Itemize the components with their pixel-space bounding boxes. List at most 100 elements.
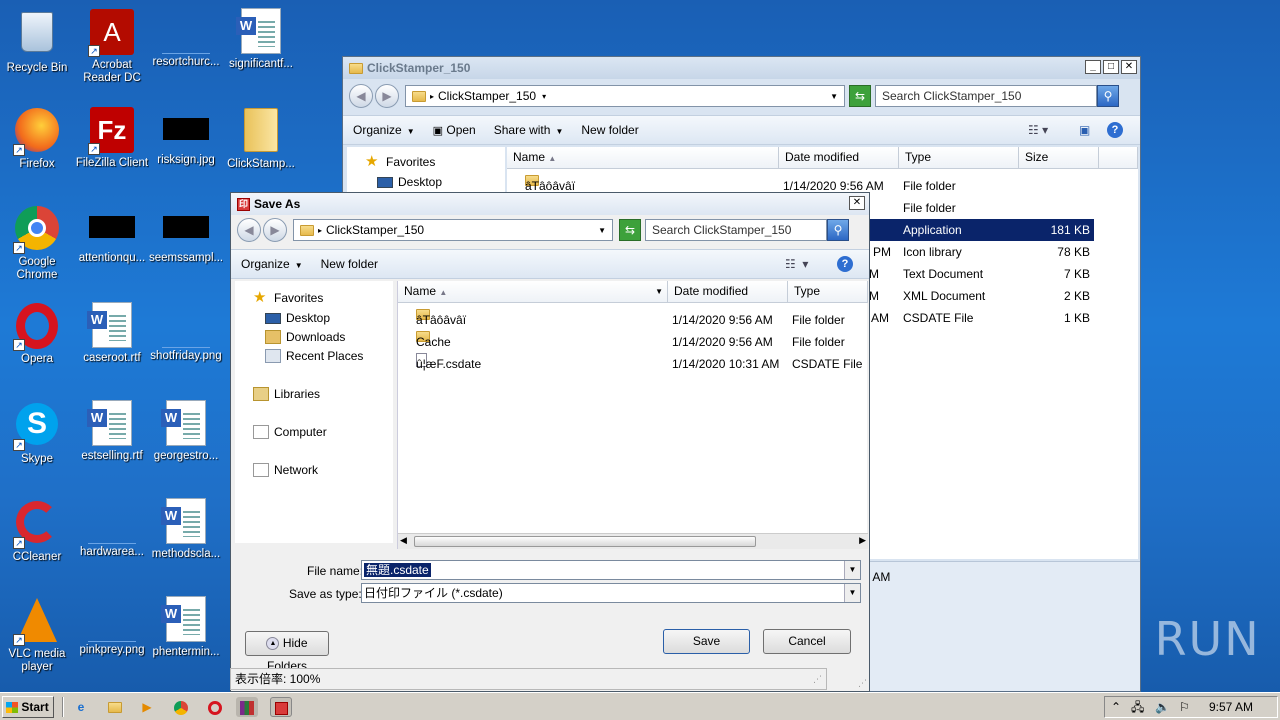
address-bar[interactable]: ▸ ClickStamper_150 ▼ — [293, 219, 613, 241]
chevron-down-icon[interactable]: ▼ — [830, 92, 838, 101]
organize-menu[interactable]: Organize ▼ — [353, 123, 415, 137]
save-as-dialog[interactable]: 印 Save As ✕ ◀ ▶ ▸ ClickStamper_150 ▼ ⇆ S… — [230, 192, 870, 692]
search-input[interactable]: Search ClickStamper_150 — [875, 85, 1097, 107]
flag-tray-icon[interactable]: ⚐ — [1179, 697, 1190, 717]
back-button[interactable]: ◀ — [349, 84, 373, 108]
column-name[interactable]: Name ▲ — [507, 147, 779, 169]
table-row[interactable]: Cache 1/14/2020 9:56 AM File folder — [398, 331, 867, 353]
scrollbar-thumb[interactable] — [414, 536, 756, 547]
firefox-icon[interactable]: ↗ Firefox — [0, 106, 74, 171]
save-button[interactable]: Save — [663, 629, 750, 654]
horizontal-scrollbar[interactable]: ◀ ▶ — [398, 533, 868, 549]
forward-button[interactable]: ▶ — [263, 218, 287, 242]
estselling-file-icon[interactable]: estselling.rtf — [75, 400, 149, 463]
resortchurc-file-icon[interactable]: resortchurc... — [149, 8, 223, 69]
clock[interactable]: 9:57 AM — [1209, 697, 1253, 717]
ccleaner-icon[interactable]: ↗ CCleaner — [0, 498, 74, 564]
table-row[interactable]: û¦æF.csdate 1/14/2020 10:31 AM CSDATE Fi… — [398, 353, 867, 375]
georgestro-file-icon[interactable]: georgestro... — [149, 400, 223, 463]
close-button[interactable]: ✕ — [1121, 60, 1137, 74]
address-bar[interactable]: ▸ ClickStamper_150 ▾ ▼ — [405, 85, 845, 107]
pinkprey-file-icon[interactable]: pinkprey.png — [75, 596, 149, 657]
chrome-icon[interactable]: ↗ Google Chrome — [0, 204, 74, 282]
attentionqu-file-icon[interactable]: attentionqu... — [75, 204, 149, 265]
shotfriday-file-icon[interactable]: shotfriday.png — [149, 302, 223, 363]
media-player-icon[interactable]: ▶ — [136, 697, 158, 717]
close-button[interactable]: ✕ — [849, 196, 865, 210]
cancel-button[interactable]: Cancel — [763, 629, 851, 654]
back-button[interactable]: ◀ — [237, 218, 261, 242]
search-icon[interactable]: ⚲ — [827, 219, 849, 241]
skype-icon[interactable]: S ↗ Skype — [0, 400, 74, 466]
column-type[interactable]: Type — [899, 147, 1019, 169]
nav-network[interactable]: Network — [253, 463, 318, 477]
column-name[interactable]: Name ▲ ▼ — [398, 281, 668, 303]
resize-grip[interactable]: ⋰ — [858, 678, 867, 689]
risksign-file-icon[interactable]: risksign.jpg — [149, 106, 223, 167]
new-folder-button[interactable]: New folder — [581, 123, 638, 137]
explorer-titlebar[interactable]: ClickStamper_150 — [343, 57, 1140, 79]
refresh-button[interactable]: ⇆ — [619, 219, 641, 241]
minimize-button[interactable]: _ — [1085, 60, 1101, 74]
preview-pane-icon[interactable]: ▣ — [1079, 123, 1090, 137]
filezilla-icon[interactable]: Fz ↗ FileZilla Client — [75, 106, 149, 170]
opera-icon[interactable]: ↗ Opera — [0, 302, 74, 366]
view-options-icon[interactable]: ☷ ▾ — [785, 257, 808, 271]
start-button[interactable]: Start — [2, 696, 54, 718]
phentermin-file-icon[interactable]: phentermin... — [149, 596, 223, 659]
help-icon[interactable]: ? — [1107, 122, 1123, 138]
refresh-button[interactable]: ⇆ — [849, 85, 871, 107]
tray-expand-icon[interactable]: ⌃ — [1111, 697, 1121, 717]
opera-taskbar-icon[interactable] — [204, 697, 226, 717]
help-icon[interactable]: ? — [837, 256, 853, 272]
file-name-field[interactable]: 無題.csdate ▼ — [361, 560, 861, 580]
hide-folders-button[interactable]: ▲ Hide Folders — [245, 631, 329, 673]
forward-button[interactable]: ▶ — [375, 84, 399, 108]
volume-tray-icon[interactable]: 🔈 — [1155, 697, 1170, 717]
chrome-taskbar-icon[interactable] — [170, 697, 192, 717]
chevron-down-icon[interactable]: ▼ — [598, 226, 606, 235]
maximize-button[interactable]: □ — [1103, 60, 1119, 74]
organize-menu[interactable]: Organize ▼ — [241, 257, 303, 271]
breadcrumb[interactable]: ClickStamper_150 — [438, 89, 536, 103]
nav-favorites[interactable]: ★ Favorites — [365, 154, 435, 169]
column-type[interactable]: Type — [788, 281, 868, 303]
column-date[interactable]: Date modified — [779, 147, 899, 169]
breadcrumb[interactable]: ClickStamper_150 — [326, 223, 424, 237]
significantf-file-icon[interactable]: significantf... — [224, 8, 298, 71]
chevron-down-icon[interactable]: ▼ — [844, 561, 860, 579]
save-as-titlebar[interactable]: 印 Save As — [231, 193, 869, 215]
folder-icon — [412, 90, 426, 102]
nav-desktop[interactable]: Desktop — [377, 175, 442, 189]
methodscla-file-icon[interactable]: methodscla... — [149, 498, 223, 561]
network-tray-icon[interactable]: 🖧 — [1131, 697, 1144, 717]
clickstamper-folder-icon[interactable]: ClickStamp... — [224, 106, 298, 171]
nav-desktop[interactable]: Desktop — [265, 311, 330, 325]
clickstamper-taskbar-icon[interactable] — [270, 697, 292, 717]
nav-computer[interactable]: Computer — [253, 425, 327, 439]
recycle-bin-icon[interactable]: Recycle Bin — [0, 8, 74, 75]
view-options-icon[interactable]: ☷ ▾ — [1028, 123, 1048, 137]
seemssampl-file-icon[interactable]: seemssampl... — [149, 204, 223, 265]
open-button[interactable]: ▣ Open — [433, 123, 476, 137]
new-folder-button[interactable]: New folder — [321, 257, 378, 271]
table-row[interactable]: âTâôâvâï 1/14/2020 9:56 AM File folder — [398, 309, 867, 331]
vlc-icon[interactable]: ↗ VLC media player — [0, 596, 74, 674]
explorer-icon[interactable] — [104, 697, 126, 717]
nav-recent-places[interactable]: Recent Places — [265, 349, 363, 363]
nav-libraries[interactable]: Libraries — [253, 387, 320, 401]
chevron-down-icon[interactable]: ▼ — [844, 584, 860, 602]
ie-icon[interactable]: e — [70, 697, 92, 717]
column-date[interactable]: Date modified — [668, 281, 788, 303]
search-icon[interactable]: ⚲ — [1097, 85, 1119, 107]
share-with-menu[interactable]: Share with ▼ — [494, 123, 564, 137]
search-input[interactable]: Search ClickStamper_150 — [645, 219, 827, 241]
save-type-select[interactable]: 日付印ファイル (*.csdate) ▼ — [361, 583, 861, 603]
acrobat-icon[interactable]: A ↗ Acrobat Reader DC — [75, 8, 149, 85]
column-size[interactable]: Size — [1019, 147, 1099, 169]
archiver-taskbar-icon[interactable] — [236, 697, 258, 717]
hardwarea-file-icon[interactable]: hardwarea... — [75, 498, 149, 559]
nav-favorites[interactable]: ★ Favorites — [253, 290, 323, 305]
nav-downloads[interactable]: Downloads — [265, 330, 345, 344]
caseroot-file-icon[interactable]: caseroot.rtf — [75, 302, 149, 365]
